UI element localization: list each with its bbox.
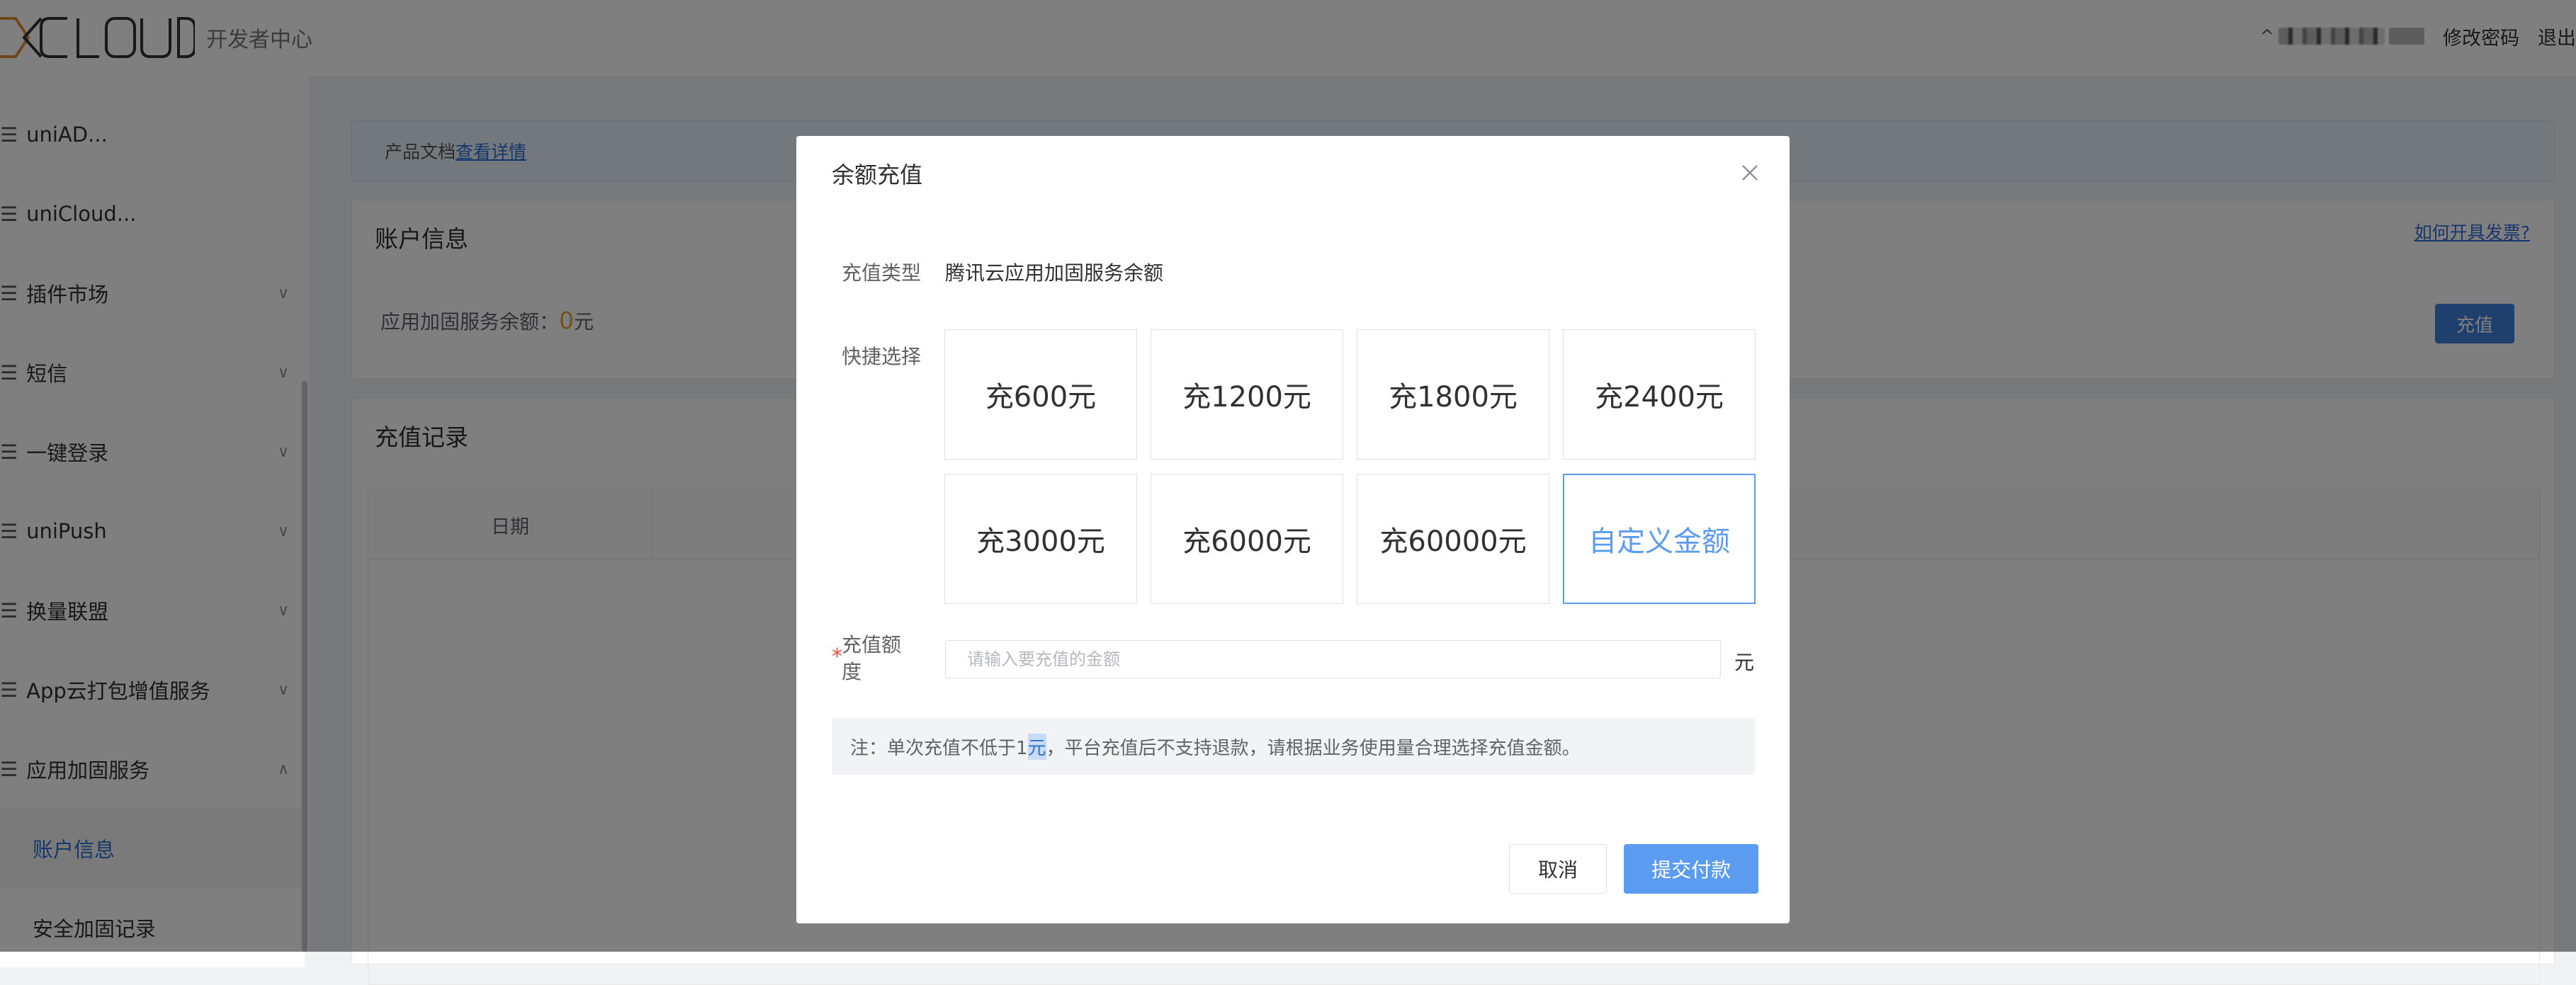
amount-input[interactable] bbox=[945, 640, 1721, 678]
option-600[interactable]: 充600元 bbox=[944, 329, 1137, 460]
recharge-note: 注：单次充值不低于1 元，平台充值后不支持退款，请根据业务使用量合理选择充值金额。 bbox=[832, 718, 1755, 775]
amount-label: 充值额度 bbox=[842, 633, 902, 683]
option-1800[interactable]: 充1800元 bbox=[1357, 329, 1549, 460]
required-mark: * bbox=[832, 644, 842, 669]
recharge-type-value: 腾讯云应用加固服务余额 bbox=[945, 261, 1164, 285]
note-highlight: 元 bbox=[1027, 733, 1046, 760]
close-icon[interactable] bbox=[1737, 160, 1763, 186]
quick-select-label: 快捷选择 bbox=[842, 345, 922, 368]
option-2400[interactable]: 充2400元 bbox=[1563, 329, 1756, 460]
option-3000[interactable]: 充3000元 bbox=[944, 474, 1137, 604]
dialog-title: 余额充值 bbox=[832, 161, 923, 188]
note-suffix: ，平台充值后不支持退款，请根据业务使用量合理选择充值金额。 bbox=[1046, 737, 1581, 759]
note-prefix: 注：单次充值不低于1 bbox=[850, 737, 1028, 759]
amount-unit: 元 bbox=[1734, 651, 1755, 674]
quick-select-grid: 充600元 充1200元 充1800元 充2400元 充3000元 充6000元… bbox=[944, 329, 1791, 621]
cancel-button[interactable]: 取消 bbox=[1509, 844, 1607, 894]
option-60000[interactable]: 充60000元 bbox=[1357, 474, 1549, 604]
recharge-dialog: 余额充值 充值类型 腾讯云应用加固服务余额 快捷选择 充600元 充1200元 … bbox=[796, 136, 1790, 923]
option-1200[interactable]: 充1200元 bbox=[1151, 329, 1343, 460]
recharge-type-label: 充值类型 bbox=[842, 261, 922, 285]
option-6000[interactable]: 充6000元 bbox=[1151, 474, 1343, 604]
option-custom-amount[interactable]: 自定义金额 bbox=[1563, 474, 1756, 604]
submit-payment-button[interactable]: 提交付款 bbox=[1624, 844, 1758, 894]
